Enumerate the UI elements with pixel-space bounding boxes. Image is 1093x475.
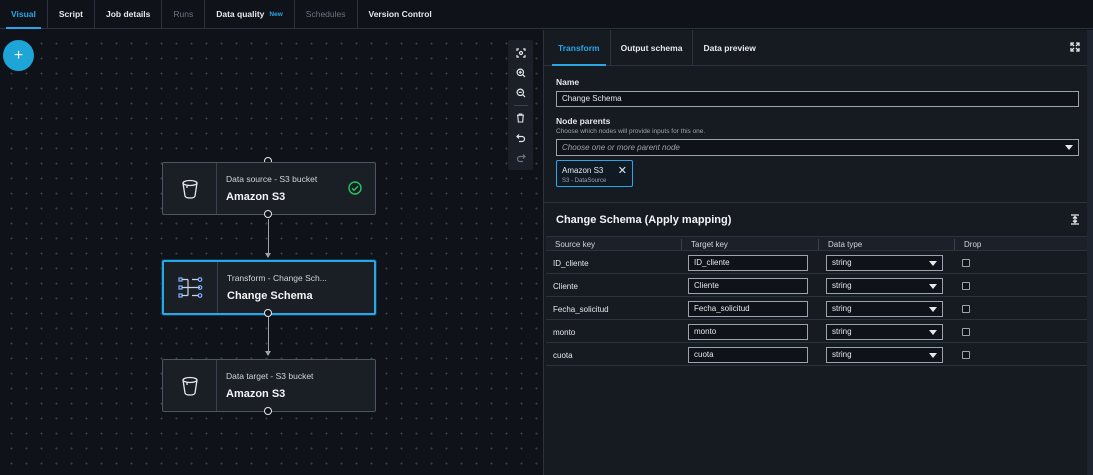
- tab-script[interactable]: Script: [48, 0, 95, 29]
- node-subtitle: Data target - S3 bucket: [226, 371, 314, 381]
- toolbar-divider: [513, 105, 528, 106]
- node-title: Amazon S3: [226, 191, 286, 203]
- table-row: ID_cliente ID_cliente string: [546, 252, 1091, 274]
- mapping-title: Change Schema (Apply mapping): [556, 214, 732, 226]
- chevron-down-icon: [929, 353, 937, 358]
- drop-checkbox[interactable]: [962, 305, 970, 313]
- drop-checkbox[interactable]: [962, 282, 970, 290]
- table-row: Cliente Cliente string: [546, 275, 1091, 297]
- column-header: Drop: [964, 240, 982, 249]
- token-title: Amazon S3: [562, 166, 604, 175]
- source-key: ID_cliente: [553, 259, 589, 268]
- tab-runs[interactable]: Runs: [162, 0, 206, 29]
- tab-output-schema[interactable]: Output schema: [611, 29, 694, 66]
- bucket-icon: [181, 179, 198, 199]
- target-key-input[interactable]: cuota: [688, 347, 808, 363]
- node-transform[interactable]: Transform - Change Sch... Change Schema: [162, 260, 376, 315]
- data-type-select[interactable]: string: [826, 278, 943, 294]
- chevron-down-icon: [1065, 145, 1073, 150]
- edge-source-transform: [268, 219, 269, 257]
- panel-scrollbar[interactable]: [1087, 30, 1093, 475]
- bucket-icon: [181, 376, 198, 396]
- chevron-down-icon: [929, 307, 937, 312]
- node-output-port[interactable]: [264, 407, 272, 415]
- canvas-toolbar: [508, 40, 533, 170]
- node-parents-hint: Choose which nodes will provide inputs f…: [556, 128, 706, 135]
- node-properties-panel: Transform Output schema Data preview Nam…: [543, 29, 1093, 475]
- target-key-input[interactable]: ID_cliente: [688, 255, 808, 271]
- top-tab-bar: Visual Script Job details Runs Data qual…: [0, 0, 1093, 29]
- check-circle-icon: [348, 181, 362, 195]
- target-key-input[interactable]: Cliente: [688, 278, 808, 294]
- node-title: Amazon S3: [226, 388, 286, 400]
- drop-checkbox[interactable]: [962, 328, 970, 336]
- collapse-icon[interactable]: [1070, 214, 1080, 227]
- source-key: Fecha_solicitud: [553, 305, 609, 314]
- node-data-target[interactable]: Data target - S3 bucket Amazon S3: [162, 359, 376, 412]
- chevron-down-icon: [929, 330, 937, 335]
- target-key-input[interactable]: monto: [688, 324, 808, 340]
- data-type-select[interactable]: string: [826, 347, 943, 363]
- chevron-down-icon: [929, 261, 937, 266]
- tab-visual[interactable]: Visual: [0, 0, 48, 29]
- data-type-select[interactable]: string: [826, 301, 943, 317]
- tab-version-control[interactable]: Version Control: [358, 0, 443, 29]
- tab-job-details[interactable]: Job details: [95, 0, 163, 29]
- tab-transform[interactable]: Transform: [548, 29, 611, 66]
- node-output-port[interactable]: [264, 210, 272, 218]
- tab-schedules[interactable]: Schedules: [295, 0, 358, 29]
- drop-checkbox[interactable]: [962, 259, 970, 267]
- close-icon[interactable]: ✕: [618, 164, 627, 177]
- expand-icon[interactable]: [1070, 42, 1080, 54]
- zoom-in-icon[interactable]: [511, 63, 531, 83]
- mapping-section: Change Schema (Apply mapping) Source key…: [544, 202, 1093, 475]
- fit-view-icon[interactable]: [511, 43, 531, 63]
- data-type-select[interactable]: string: [826, 324, 943, 340]
- column-header: Source key: [555, 240, 596, 249]
- undo-icon[interactable]: [511, 128, 531, 148]
- transform-icon: [177, 276, 202, 298]
- target-key-input[interactable]: Fecha_solicitud: [688, 301, 808, 317]
- add-node-button[interactable]: +: [3, 40, 34, 71]
- node-title: Change Schema: [227, 290, 313, 302]
- zoom-out-icon[interactable]: [511, 83, 531, 103]
- visual-canvas[interactable]: + Data source - S3 bucket Amazon S3 Tran…: [0, 30, 543, 475]
- delete-icon[interactable]: [511, 108, 531, 128]
- column-header: Data type: [828, 240, 863, 249]
- node-output-port[interactable]: [264, 309, 272, 317]
- source-key: cuota: [553, 351, 573, 360]
- mapping-table-header: Source key Target key Data type Drop: [546, 236, 1091, 251]
- tab-data-quality[interactable]: Data quality New: [205, 0, 295, 29]
- node-data-source[interactable]: Data source - S3 bucket Amazon S3: [162, 162, 376, 215]
- edge-transform-target: [268, 317, 269, 355]
- redo-icon[interactable]: [511, 148, 531, 168]
- source-key: monto: [553, 328, 576, 337]
- name-input[interactable]: Change Schema: [556, 91, 1079, 107]
- edge-arrow: [265, 351, 271, 356]
- table-row: Fecha_solicitud Fecha_solicitud string: [546, 298, 1091, 320]
- token-subtitle: S3 - DataSource: [562, 178, 607, 184]
- table-row: monto monto string: [546, 321, 1091, 343]
- edge-arrow: [265, 253, 271, 258]
- column-header: Target key: [691, 240, 728, 249]
- tab-data-preview[interactable]: Data preview: [693, 30, 765, 66]
- data-type-select[interactable]: string: [826, 255, 943, 271]
- parent-token: Amazon S3 S3 - DataSource ✕: [556, 160, 633, 187]
- node-parents-select[interactable]: Choose one or more parent node: [556, 139, 1079, 156]
- new-badge: New: [269, 10, 283, 18]
- panel-tabs: Transform Output schema Data preview: [544, 29, 1093, 66]
- source-key: Cliente: [553, 282, 578, 291]
- node-subtitle: Data source - S3 bucket: [226, 174, 318, 184]
- table-row: cuota cuota string: [546, 344, 1091, 366]
- node-parents-label: Node parents: [556, 116, 611, 126]
- drop-checkbox[interactable]: [962, 351, 970, 359]
- node-subtitle: Transform - Change Sch...: [227, 273, 327, 283]
- chevron-down-icon: [929, 284, 937, 289]
- name-label: Name: [556, 77, 580, 87]
